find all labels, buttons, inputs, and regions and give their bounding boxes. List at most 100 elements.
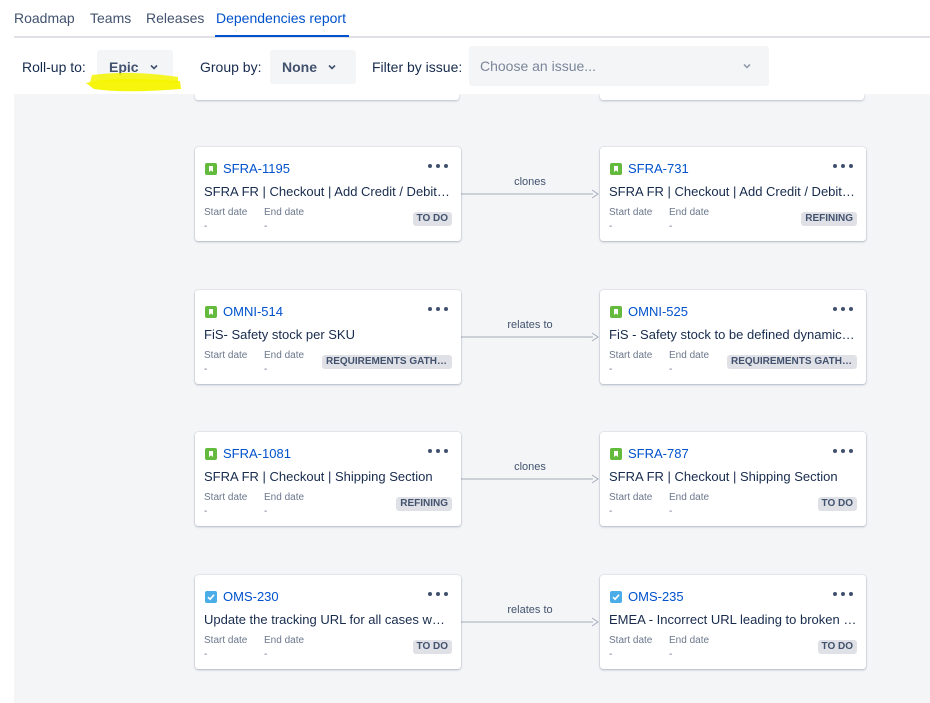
end-date-label: End date [669,207,710,218]
issue-summary: Update the tracking URL for all cases wh… [204,612,452,627]
issue-key-link[interactable]: SFRA-787 [628,446,689,461]
issue-summary: FiS - Safety stock to be defined dynamic… [609,327,857,342]
story-icon [205,448,217,460]
story-icon [610,448,622,460]
status-badge: TO DO [412,640,452,654]
start-date-label: Start date [204,492,248,503]
status-badge: REQUIREMENTS GATHE... [727,355,857,369]
issue-summary: SFRA FR | Checkout | Add Credit / Debit … [609,184,857,199]
start-date-label: Start date [609,350,653,361]
rollup-label: Roll-up to: [22,59,86,75]
start-date-label: Start date [609,207,653,218]
issue-key-link[interactable]: OMS-230 [223,589,279,604]
chevron-down-icon [742,61,752,71]
groupby-value: None [282,59,317,75]
issue-card[interactable]: SFRA-1195 SFRA FR | Checkout | Add Credit… [195,147,461,241]
end-date-label: End date [264,635,305,646]
end-date-value: - [669,649,673,660]
status-badge: REFINING [396,497,452,511]
story-icon [205,306,217,318]
tab-roadmap[interactable]: Roadmap [14,10,75,26]
task-icon [610,591,622,603]
issue-key-link[interactable]: SFRA-1081 [223,446,291,461]
more-actions-icon[interactable] [832,443,854,459]
issue-key-link[interactable]: SFRA-731 [628,161,689,176]
start-date-value: - [609,221,613,232]
dependencies-canvas[interactable]: SFRA-1195 SFRA FR | Checkout | Add Credit… [14,94,930,703]
more-actions-icon[interactable] [832,158,854,174]
issue-card[interactable]: OMS-230 Update the tracking URL for all c… [195,575,461,669]
issue-card[interactable]: OMNI-514 FiS- Safety stock per SKU Start d… [195,290,461,384]
issue-summary: EMEA - Incorrect URL leading to broken N… [609,612,857,627]
filter-label: Filter by issue: [372,59,463,75]
issue-card[interactable]: SFRA-731 SFRA FR | Checkout | Add Credit … [600,147,866,241]
tab-teams[interactable]: Teams [90,10,131,26]
end-date-value: - [264,364,268,375]
issue-key-link[interactable]: SFRA-1195 [223,161,290,176]
start-date-value: - [204,364,208,375]
start-date-label: Start date [609,492,653,503]
status-badge: REQUIREMENTS GATHE... [322,355,452,369]
story-icon [610,163,622,175]
groupby-label: Group by: [200,59,262,75]
link-type-label: relates to [507,319,553,331]
issue-summary: SFRA FR | Checkout | Add Credit / Debit … [204,184,452,199]
more-actions-icon[interactable] [427,443,449,459]
nav-tabs: Roadmap Teams Releases Dependencies repo… [0,0,930,38]
end-date-value: - [264,506,268,517]
status-badge: TO DO [412,212,452,226]
more-actions-icon[interactable] [427,301,449,317]
issue-card[interactable]: SFRA-1081 SFRA FR | Checkout | Shipping S… [195,432,461,526]
status-badge: TO DO [817,497,857,511]
issue-summary: FiS- Safety stock per SKU [204,327,355,342]
tabs-divider [14,36,930,38]
start-date-label: Start date [204,350,248,361]
end-date-label: End date [264,492,305,503]
status-badge: TO DO [817,640,857,654]
end-date-value: - [264,221,268,232]
start-date-label: Start date [204,635,248,646]
start-date-value: - [204,649,208,660]
start-date-value: - [204,221,208,232]
yellow-highlight-mark [86,72,181,92]
issue-summary: SFRA FR | Checkout | Shipping Section [609,469,838,484]
start-date-label: Start date [204,207,248,218]
link-type-label: relates to [507,604,553,616]
end-date-label: End date [264,207,305,218]
issue-card[interactable]: SFRA-787 SFRA FR | Checkout | Shipping Se… [600,432,866,526]
issue-card[interactable]: OMS-235 EMEA - Incorrect URL leading to b… [600,575,866,669]
filter-placeholder: Choose an issue... [480,58,596,74]
tab-dependencies-report[interactable]: Dependencies report [216,10,346,26]
end-date-value: - [669,221,673,232]
end-date-label: End date [669,492,710,503]
link-type-label: clones [514,176,546,188]
start-date-label: Start date [609,635,653,646]
link-type-label: clones [514,461,546,473]
end-date-label: End date [669,350,710,361]
story-icon [610,306,622,318]
issue-key-link[interactable]: OMNI-514 [223,304,283,319]
issue-summary: SFRA FR | Checkout | Shipping Section [204,469,433,484]
end-date-label: End date [669,635,710,646]
end-date-value: - [669,506,673,517]
chevron-down-icon [327,62,337,72]
more-actions-icon[interactable] [427,586,449,602]
start-date-value: - [609,506,613,517]
more-actions-icon[interactable] [427,158,449,174]
end-date-value: - [669,364,673,375]
end-date-value: - [264,649,268,660]
active-tab-indicator [215,35,349,37]
start-date-value: - [609,649,613,660]
filter-issue-select[interactable]: Choose an issue... [469,46,769,86]
issue-card[interactable]: OMNI-525 FiS - Safety stock to be defined… [600,290,866,384]
more-actions-icon[interactable] [832,301,854,317]
start-date-value: - [609,364,613,375]
issue-key-link[interactable]: OMS-235 [628,589,684,604]
groupby-select[interactable]: None [270,50,356,84]
issue-key-link[interactable]: OMNI-525 [628,304,688,319]
tab-releases[interactable]: Releases [146,10,204,26]
status-badge: REFINING [801,212,857,226]
more-actions-icon[interactable] [832,586,854,602]
start-date-value: - [204,506,208,517]
end-date-label: End date [264,350,305,361]
